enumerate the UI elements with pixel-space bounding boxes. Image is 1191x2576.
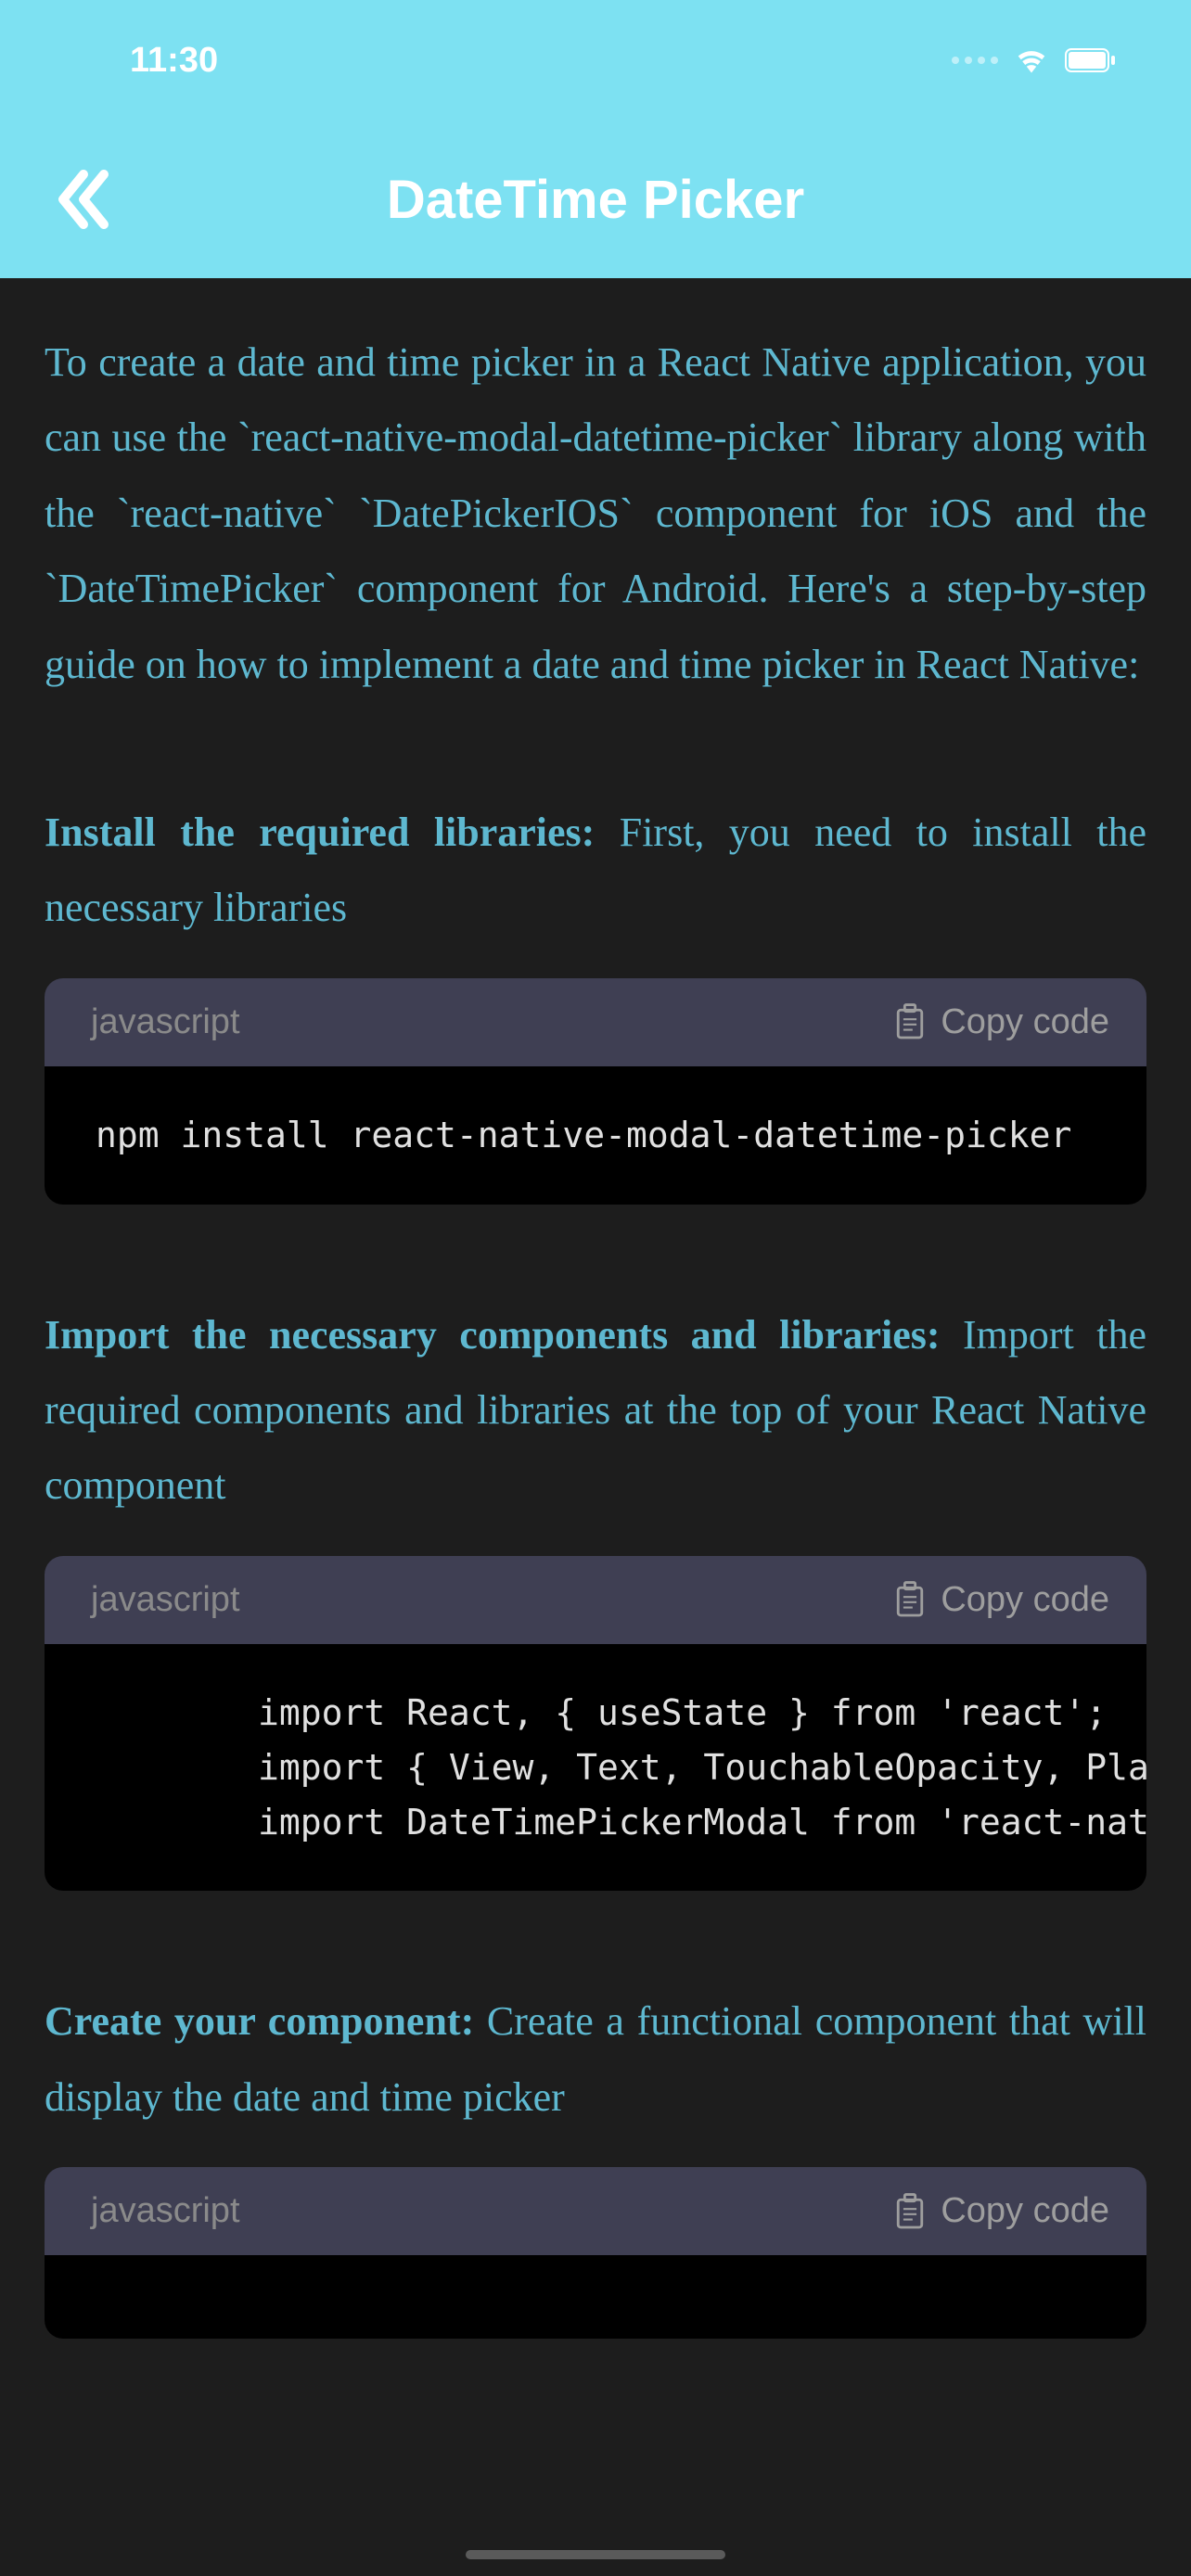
section-header: Import the necessary components and libr… [45, 1297, 1146, 1524]
section-install: Install the required libraries: First, y… [45, 795, 1146, 1205]
back-button[interactable] [56, 167, 111, 232]
copy-code-button[interactable]: Copy code [894, 2191, 1109, 2231]
code-language-label: javascript [91, 2191, 240, 2231]
status-time: 11:30 [130, 41, 218, 81]
section-title: Create your component: [45, 1998, 474, 2044]
code-block: javascript Copy code [45, 2167, 1146, 2339]
code-block: javascript Copy code import React, { use… [45, 1556, 1146, 1892]
chevron-left-double-icon [56, 167, 111, 232]
copy-code-label: Copy code [941, 1580, 1109, 1620]
battery-icon [1065, 47, 1117, 73]
home-indicator[interactable] [466, 2550, 725, 2559]
copy-code-label: Copy code [941, 1002, 1109, 1042]
intro-paragraph: To create a date and time picker in a Re… [45, 325, 1146, 702]
clipboard-icon [894, 1581, 926, 1618]
status-icons [952, 47, 1117, 73]
code-header: javascript Copy code [45, 1556, 1146, 1644]
code-language-label: javascript [91, 1580, 240, 1620]
clipboard-icon [894, 1003, 926, 1040]
page-title: DateTime Picker [387, 169, 804, 231]
wifi-icon [1015, 47, 1048, 73]
code-header: javascript Copy code [45, 978, 1146, 1066]
status-bar: 11:30 [0, 0, 1191, 121]
code-content: npm install react-native-modal-datetime-… [45, 1066, 1146, 1205]
code-content: import React, { useState } from 'react';… [45, 1644, 1146, 1892]
copy-code-button[interactable]: Copy code [894, 1580, 1109, 1620]
clipboard-icon [894, 2193, 926, 2230]
section-header: Create your component: Create a function… [45, 1983, 1146, 2135]
copy-code-label: Copy code [941, 2191, 1109, 2231]
code-language-label: javascript [91, 1002, 240, 1042]
code-header: javascript Copy code [45, 2167, 1146, 2255]
section-import: Import the necessary components and libr… [45, 1297, 1146, 1892]
code-block: javascript Copy code npm install react-n… [45, 978, 1146, 1205]
content-area[interactable]: To create a date and time picker in a Re… [0, 278, 1191, 2385]
section-header: Install the required libraries: First, y… [45, 795, 1146, 946]
signal-dots-icon [952, 57, 998, 64]
nav-bar: DateTime Picker [0, 121, 1191, 278]
code-content [45, 2255, 1146, 2339]
section-title: Install the required libraries: [45, 810, 595, 855]
copy-code-button[interactable]: Copy code [894, 1002, 1109, 1042]
section-title: Import the necessary components and libr… [45, 1312, 941, 1358]
section-create: Create your component: Create a function… [45, 1983, 1146, 2339]
